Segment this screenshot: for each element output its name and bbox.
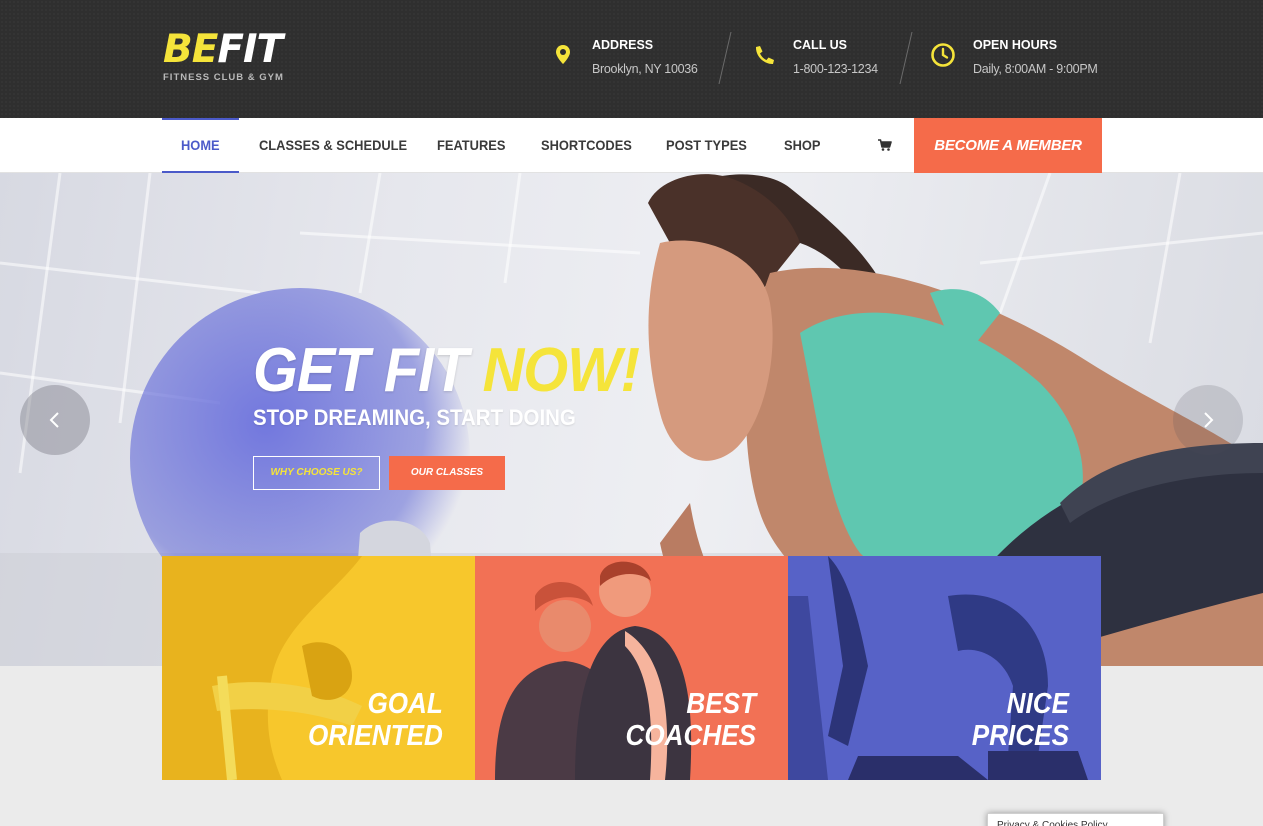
nav-item-classes-schedule[interactable]: CLASSES & SCHEDULE xyxy=(259,118,407,173)
nav-item-features[interactable]: FEATURES xyxy=(437,118,505,173)
site-logo[interactable]: BEFIT FITNESS CLUB & GYM xyxy=(163,27,284,84)
hero-subheadline: STOP DREAMING, START DOING xyxy=(253,405,576,430)
hours-info: OPEN HOURS Daily, 8:00AM - 9:00PM xyxy=(930,38,1120,78)
hero-headline: GET FIT NOW! xyxy=(253,336,640,405)
logo-wordmark: BEFIT xyxy=(163,27,283,72)
address-text: Brooklyn, NY 10036 xyxy=(592,62,698,76)
hours-text: Daily, 8:00AM - 9:00PM xyxy=(973,62,1098,76)
logo-tagline: FITNESS CLUB & GYM xyxy=(163,72,284,83)
main-navigation: HOME CLASSES & SCHEDULE FEATURES SHORTCO… xyxy=(0,118,1263,173)
feature-label: NICE PRICES xyxy=(971,688,1069,752)
nav-item-home[interactable]: HOME xyxy=(181,118,220,173)
nav-item-shop[interactable]: SHOP xyxy=(784,118,821,173)
nav-item-shortcodes[interactable]: SHORTCODES xyxy=(541,118,632,173)
address-title: ADDRESS xyxy=(592,38,654,52)
divider xyxy=(718,32,732,84)
top-info-bar: BEFIT FITNESS CLUB & GYM ADDRESS Brookly… xyxy=(0,0,1263,118)
address-info: ADDRESS Brooklyn, NY 10036 xyxy=(553,38,713,78)
hours-title: OPEN HOURS xyxy=(973,38,1058,52)
feature-label: BEST COACHES xyxy=(625,688,756,752)
feature-label: GOAL ORIENTED xyxy=(308,688,443,752)
map-pin-icon xyxy=(556,45,570,64)
phone-title: CALL US xyxy=(793,38,847,52)
become-member-button[interactable]: BECOME A MEMBER xyxy=(914,118,1102,173)
divider xyxy=(899,32,913,84)
nav-item-post-types[interactable]: POST TYPES xyxy=(666,118,747,173)
clock-icon xyxy=(931,43,955,67)
cart-icon[interactable] xyxy=(877,137,893,153)
feature-goal-oriented[interactable]: GOAL ORIENTED xyxy=(162,556,475,780)
privacy-cookies-widget[interactable]: Privacy & Cookies Policy xyxy=(987,813,1164,826)
phone-info: CALL US 1-800-123-1234 xyxy=(751,38,891,78)
chevron-right-icon xyxy=(1204,412,1214,428)
feature-best-coaches[interactable]: BEST COACHES xyxy=(475,556,788,780)
why-choose-us-button[interactable]: WHY CHOOSE US? xyxy=(253,456,380,490)
feature-nice-prices[interactable]: NICE PRICES xyxy=(788,556,1101,780)
slider-next-button[interactable] xyxy=(1173,385,1243,455)
slider-prev-button[interactable] xyxy=(20,385,90,455)
phone-icon xyxy=(755,46,774,65)
our-classes-button[interactable]: OUR CLASSES xyxy=(389,456,505,490)
phone-text[interactable]: 1-800-123-1234 xyxy=(793,62,878,76)
chevron-left-icon xyxy=(49,412,59,428)
